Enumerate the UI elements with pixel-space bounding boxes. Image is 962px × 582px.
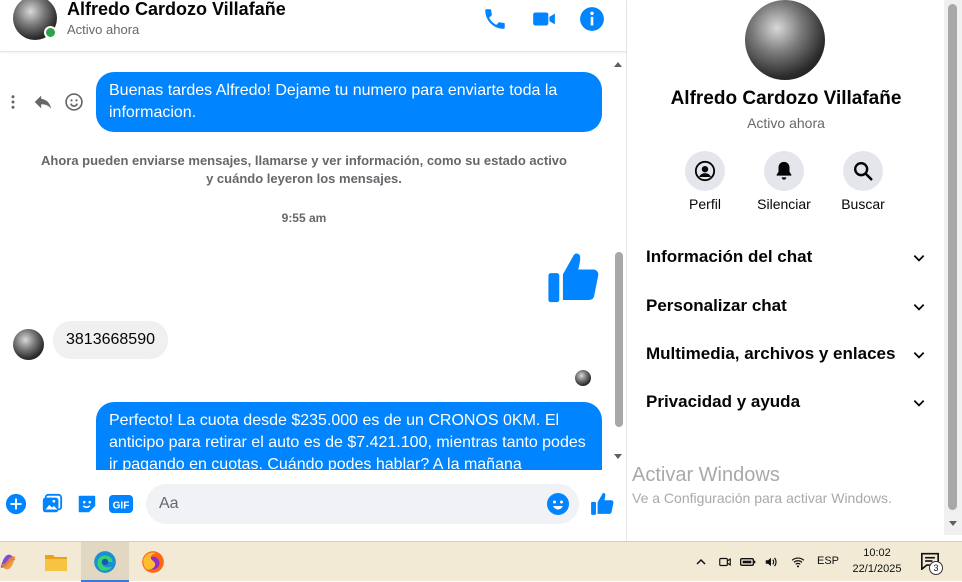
reply-icon[interactable] [32,91,54,113]
video-camera-icon[interactable] [531,6,557,32]
file-explorer-icon[interactable] [32,542,80,582]
search-action-label: Buscar [841,196,885,212]
notification-count-badge: 3 [929,561,943,575]
meet-now-icon[interactable] [717,554,733,570]
input-language[interactable]: ESP [817,555,839,567]
gif-label: GIF [113,501,130,512]
clock-date: 22/1/2025 [852,563,902,575]
section-privacy-help[interactable]: Privacidad y ayuda [646,387,926,417]
section-label: Multimedia, archivos y enlaces [646,344,896,363]
message-bubble-incoming[interactable]: 3813668590 [53,321,168,359]
scroll-thumb[interactable] [948,4,957,510]
scroll-down-arrow[interactable] [949,521,957,526]
info-panel-scrollbar[interactable] [944,0,962,535]
copilot-icon[interactable] [0,542,32,582]
read-receipt-avatar [575,370,591,386]
section-customize-chat[interactable]: Personalizar chat [646,291,926,321]
scroll-up-arrow[interactable] [614,62,622,67]
edge-icon[interactable] [81,542,129,582]
chat-header: Alfredo Cardozo Villafañe Activo ahora [0,0,627,52]
message-list[interactable]: Buenas tardes Alfredo! Dejame tu numero … [0,53,614,470]
message-bubble-outgoing[interactable]: Perfecto! La cuota desde $235.000 es de … [96,402,602,470]
profile-icon[interactable] [685,151,725,191]
battery-icon[interactable] [740,554,756,570]
system-clock[interactable]: 10:02 22/1/2025 [843,545,911,577]
chevron-down-icon [912,299,926,313]
chat-pane: Alfredo Cardozo Villafañe Activo ahora B… [0,0,627,541]
profile-status: Activo ahora [747,115,825,131]
plus-icon[interactable] [4,492,28,516]
activate-windows-title: Activar Windows [632,464,780,486]
scroll-thumb[interactable] [615,252,623,427]
mute-action[interactable]: Silenciar [744,151,824,212]
section-label: Información del chat [646,247,813,266]
chevron-down-icon [912,347,926,361]
clock-time: 10:02 [863,547,891,559]
profile-name: Alfredo Cardozo Villafañe [670,88,902,109]
contact-name[interactable]: Alfredo Cardozo Villafañe [67,0,286,20]
profile-action-label: Perfil [689,196,721,212]
sticker-icon[interactable] [75,492,99,516]
system-notice: Ahora pueden enviarse mensajes, llamarse… [41,153,567,186]
bell-icon[interactable] [764,151,804,191]
section-chat-info[interactable]: Información del chat [646,242,926,272]
section-media-files-links[interactable]: Multimedia, archivos y enlaces [646,339,926,369]
profile-avatar-large[interactable] [745,0,825,80]
chat-info-panel: Alfredo Cardozo Villafañe Activo ahora P… [628,0,962,541]
contact-avatar-small[interactable] [13,329,44,360]
search-action[interactable]: Buscar [823,151,903,212]
more-options-icon[interactable] [4,93,22,111]
search-icon[interactable] [843,151,883,191]
online-status-dot [44,26,57,39]
profile-action[interactable]: Perfil [665,151,745,212]
like-sticker-message[interactable] [546,249,604,307]
contact-status: Activo ahora [67,22,140,37]
volume-icon[interactable] [763,554,779,570]
phone-icon[interactable] [482,6,508,32]
message-composer: GIF [0,472,627,534]
message-bubble-outgoing[interactable]: Buenas tardes Alfredo! Dejame tu numero … [96,72,602,132]
gallery-icon[interactable] [40,492,64,516]
gif-icon[interactable]: GIF [108,492,134,516]
messenger-window: Alfredo Cardozo Villafañe Activo ahora B… [0,0,962,541]
chevron-down-icon [912,250,926,264]
chevron-up-icon[interactable] [693,554,709,570]
react-emoji-icon[interactable] [64,92,84,112]
message-scrollbar[interactable] [612,56,624,466]
like-icon[interactable] [590,491,616,517]
wifi-icon[interactable] [790,554,806,570]
message-input[interactable] [146,484,579,524]
scroll-down-arrow[interactable] [614,454,622,459]
activate-windows-subtitle: Ve a Configuración para activar Windows. [632,490,892,506]
message-timestamp: 9:55 am [281,211,327,225]
windows-taskbar: ESP 10:02 22/1/2025 3 [0,541,962,582]
section-label: Personalizar chat [646,296,787,315]
section-label: Privacidad y ayuda [646,392,801,411]
emoji-icon[interactable] [546,492,570,516]
info-icon[interactable] [579,6,605,32]
message-actions [4,91,84,113]
chevron-down-icon [912,395,926,409]
mute-action-label: Silenciar [757,196,811,212]
firefox-icon[interactable] [129,542,177,582]
